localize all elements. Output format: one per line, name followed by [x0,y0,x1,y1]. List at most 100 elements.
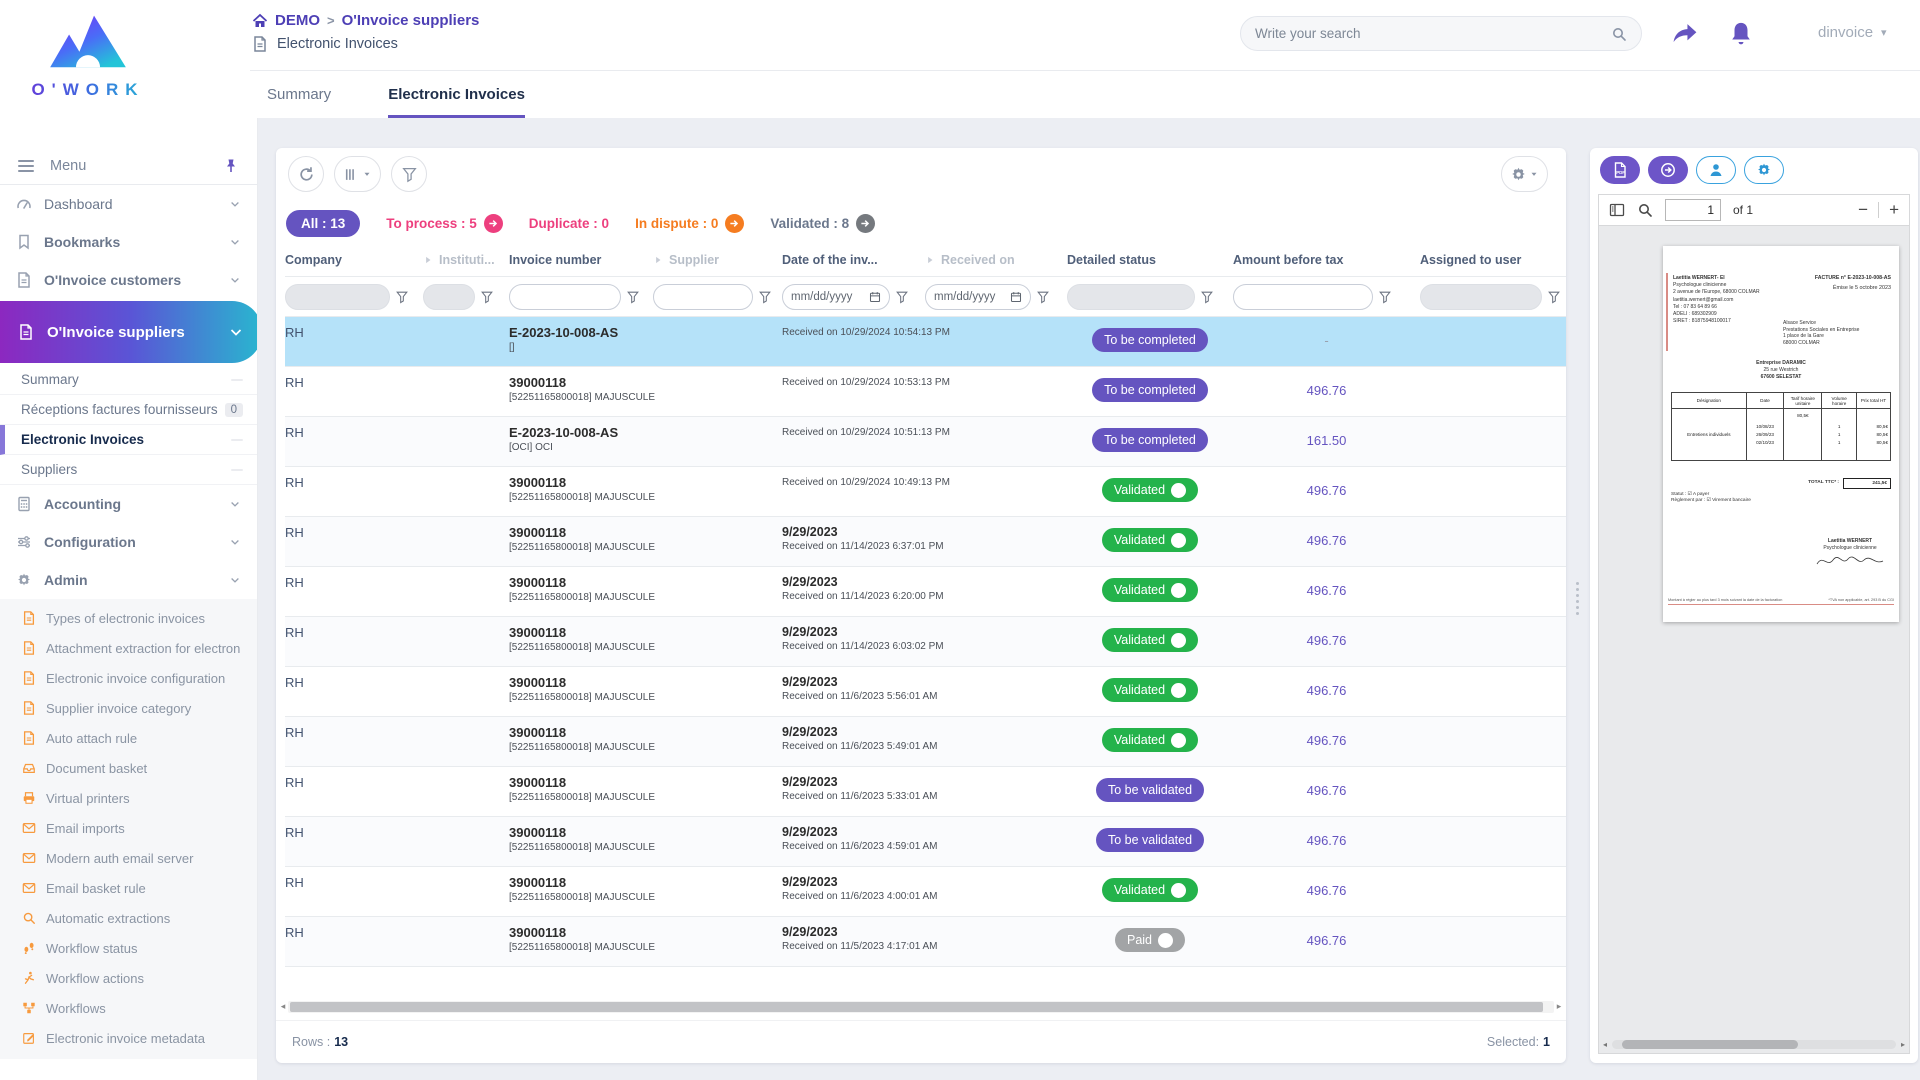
sidebar-admin-item[interactable]: Types of electronic invoices [0,603,257,633]
sidebar-item[interactable]: Bookmarks [0,223,257,261]
column-header-received-on[interactable]: Received on [925,244,1067,276]
column-header-amount-before-tax[interactable]: Amount before tax [1233,244,1420,276]
sidebar-group-item[interactable]: Configuration [0,523,257,561]
calendar-icon[interactable] [1010,291,1022,303]
sidebar-admin-item[interactable]: Electronic invoice configuration [0,663,257,693]
zoom-in-button[interactable]: + [1889,200,1899,220]
notifications-bell-icon[interactable] [1728,20,1754,46]
table-row[interactable]: RH 39000118 [52251165800018] MAJUSCULE 9… [285,667,1566,717]
filter-button[interactable] [391,156,427,192]
cell-amount[interactable]: 496.76 [1233,517,1420,566]
tab-summary[interactable]: Summary [267,86,331,118]
sidebar-admin-item[interactable]: Workflow actions [0,963,257,993]
sidebar-admin-item[interactable]: Attachment extraction for electron [0,633,257,663]
funnel-icon[interactable] [480,290,494,304]
download-pdf-button[interactable]: PDF [1600,156,1640,184]
cell-amount[interactable]: 496.76 [1233,717,1420,766]
funnel-icon[interactable] [758,290,772,304]
cell-amount[interactable]: 496.76 [1233,867,1420,916]
sidebar-group-item[interactable]: Admin [0,561,257,599]
hamburger-menu-icon[interactable] [18,160,34,172]
invoice-number-filter-input[interactable] [509,284,621,310]
page-number-input[interactable] [1665,199,1721,221]
filter-chip[interactable]: All : 13 [286,210,360,237]
app-logo[interactable]: O'WORK [18,8,158,112]
scrollbar-thumb[interactable] [290,1002,1543,1012]
filter-chip[interactable]: To process : 5 [386,214,503,233]
search-icon[interactable] [1611,26,1627,42]
breadcrumb-section[interactable]: O'Invoice suppliers [342,12,480,29]
settings-button[interactable] [1501,156,1548,192]
assign-user-button[interactable] [1696,156,1736,184]
cell-amount[interactable]: 496.76 [1233,617,1420,666]
table-row[interactable]: RH 39000118 [52251165800018] MAJUSCULE 9… [285,867,1566,917]
pin-sidebar-icon[interactable] [223,158,239,174]
sidebar-admin-item[interactable]: Email imports [0,813,257,843]
filter-chip[interactable]: Duplicate : 0 [529,216,609,231]
table-row[interactable]: RH 39000118 [52251165800018] MAJUSCULE R… [285,367,1566,417]
scrollbar-track[interactable] [1612,1040,1896,1049]
sidebar-admin-item[interactable]: Supplier invoice category [0,693,257,723]
cell-amount[interactable]: 496.76 [1233,567,1420,616]
sidebar-group-item[interactable]: Accounting [0,485,257,523]
sidebar-admin-item[interactable]: Automatic extractions [0,903,257,933]
funnel-icon[interactable] [1378,290,1392,304]
scroll-left-arrow[interactable]: ◂ [278,1001,288,1012]
amount-filter-input[interactable] [1233,284,1373,310]
filter-chip[interactable]: In dispute : 0 [635,214,744,233]
panel-resize-handle[interactable] [1572,582,1582,615]
column-header-company[interactable]: Company [285,244,423,276]
cell-amount[interactable]: 496.76 [1233,667,1420,716]
user-menu[interactable]: dinvoice ▾ [1818,24,1887,41]
cell-amount[interactable]: 496.76 [1233,917,1420,966]
funnel-icon[interactable] [1547,290,1561,304]
refresh-button[interactable] [288,156,324,192]
search-icon[interactable] [1637,202,1653,218]
sidebar-item[interactable]: O'Invoice customers [0,261,257,299]
funnel-icon[interactable] [1036,290,1050,304]
sidebar-admin-item[interactable]: Workflows [0,993,257,1023]
breadcrumb-home[interactable]: DEMO [275,12,320,29]
sidebar-admin-item[interactable]: Document basket [0,753,257,783]
funnel-icon[interactable] [895,290,909,304]
sidebar-sub-item[interactable]: Summary [0,365,257,395]
invoice-date-filter-input[interactable]: mm/dd/yyyy [782,284,890,310]
cell-amount[interactable]: 161.50 [1233,417,1420,466]
table-row[interactable]: RH 39000118 [52251165800018] MAJUSCULE 9… [285,517,1566,567]
sidebar-admin-item[interactable]: Electronic invoice metadata [0,1023,257,1053]
column-header-supplier[interactable]: Supplier [653,244,782,276]
supplier-filter-input[interactable] [653,284,753,310]
open-invoice-button[interactable] [1648,156,1688,184]
table-row[interactable]: RH 39000118 [52251165800018] MAJUSCULE 9… [285,767,1566,817]
sidebar-admin-item[interactable]: Auto attach rule [0,723,257,753]
scroll-left-arrow[interactable]: ◂ [1603,1040,1612,1049]
cell-amount[interactable]: 496.76 [1233,467,1420,516]
table-row[interactable]: RH 39000118 [52251165800018] MAJUSCULE 9… [285,617,1566,667]
share-icon[interactable] [1672,20,1698,46]
funnel-icon[interactable] [395,290,409,304]
arrow-right-icon[interactable] [484,214,503,233]
table-row[interactable]: RH 39000118 [52251165800018] MAJUSCULE 9… [285,717,1566,767]
funnel-icon[interactable] [1200,290,1214,304]
scrollbar-thumb[interactable] [1622,1040,1798,1049]
table-row[interactable]: RH 39000118 [52251165800018] MAJUSCULE 9… [285,567,1566,617]
sidebar-admin-item[interactable]: Virtual printers [0,783,257,813]
scrollbar-track[interactable] [288,1001,1554,1013]
sidebar-item-oinvoice-suppliers[interactable]: O'Invoice suppliers [0,301,258,363]
calendar-icon[interactable] [869,291,881,303]
arrow-right-icon[interactable] [725,214,744,233]
scroll-right-arrow[interactable]: ▸ [1554,1001,1564,1012]
funnel-icon[interactable] [626,290,640,304]
filter-chip[interactable]: Validated : 8 [770,214,875,233]
arrow-right-icon[interactable] [856,214,875,233]
table-row[interactable]: RH E-2023-10-008-AS [OCI] OCI Received o… [285,417,1566,467]
column-header-institution[interactable]: Instituti... [423,244,509,276]
table-row[interactable]: RH 39000118 [52251165800018] MAJUSCULE 9… [285,817,1566,867]
sidebar-item[interactable]: Dashboard [0,185,257,223]
sidebar-sub-item[interactable]: Electronic Invoices [0,425,257,455]
table-row[interactable]: RH E-2023-10-008-AS [] Received on 10/29… [285,317,1566,367]
sidebar-admin-item[interactable]: Workflow status [0,933,257,963]
zoom-out-button[interactable]: − [1858,200,1868,220]
sidebar-admin-item[interactable]: Modern auth email server [0,843,257,873]
column-header-invoice-number[interactable]: Invoice number [509,244,653,276]
